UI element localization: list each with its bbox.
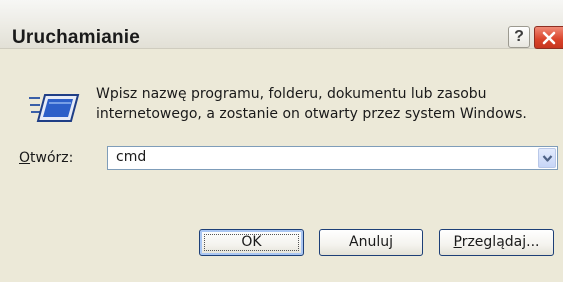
open-combobox[interactable]: cmd (107, 146, 558, 170)
browse-button-accel: P (453, 234, 462, 250)
browse-button-label: rzeglądaj... (461, 234, 540, 250)
help-button[interactable]: ? (508, 26, 530, 48)
run-program-icon (28, 92, 80, 130)
run-dialog: Uruchamianie ? Wpisz nazwę programu, fol… (0, 0, 563, 282)
dropdown-button[interactable] (538, 148, 556, 168)
cancel-button[interactable]: Anuluj (319, 229, 423, 256)
description-line-2: internetowego, a zostanie on otwarty prz… (96, 106, 527, 122)
close-icon (542, 31, 556, 45)
open-label: Otwórz: (19, 150, 73, 166)
close-button[interactable] (534, 26, 563, 49)
chevron-down-icon (542, 155, 553, 162)
open-input[interactable]: cmd (116, 149, 146, 165)
open-label-accel: O (19, 150, 31, 166)
description-line-1: Wpisz nazwę programu, folderu, dokumentu… (96, 86, 487, 102)
focus-rect (204, 234, 299, 251)
browse-button[interactable]: Przeglądaj... (439, 229, 554, 256)
cancel-button-label: Anuluj (349, 234, 393, 250)
description-text: Wpisz nazwę programu, folderu, dokumentu… (96, 84, 556, 124)
open-label-rest: twórz: (30, 150, 74, 166)
help-icon: ? (514, 28, 524, 45)
title-bar[interactable]: Uruchamianie ? (0, 0, 563, 49)
ok-button[interactable]: OK (199, 229, 304, 256)
window-title: Uruchamianie (12, 27, 141, 48)
